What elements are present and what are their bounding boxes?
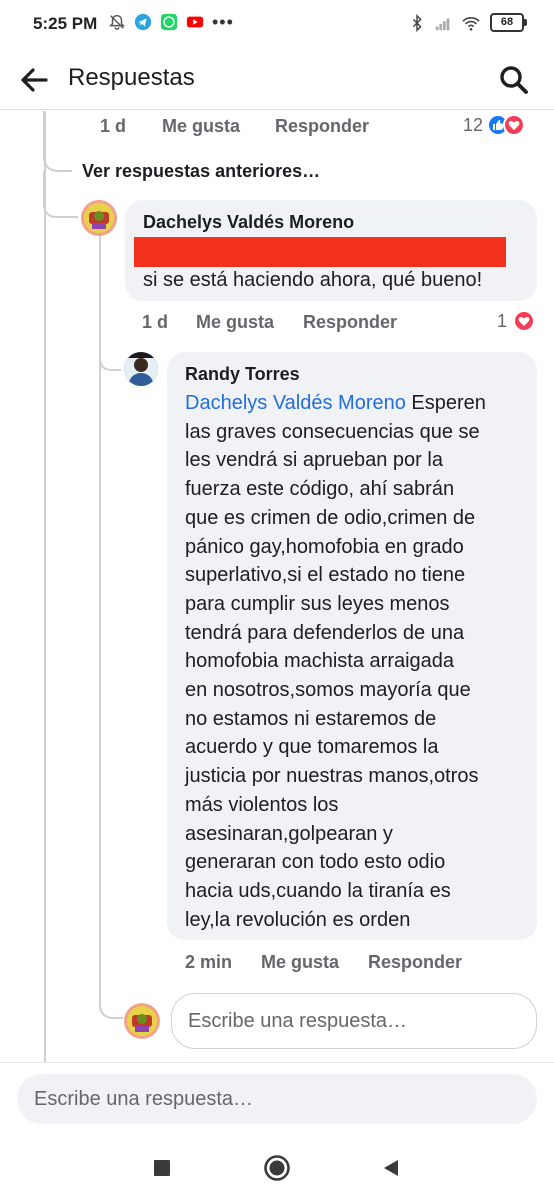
comment-text: si se está haciendo ahora, qué bueno! [143,269,483,291]
redacted-text [134,237,506,267]
comment-input-placeholder: Escribe una respuesta… [34,1087,254,1110]
comment-text: Dachelys Valdés Moreno Esperen las grave… [185,389,535,934]
bluetooth-icon [412,13,422,32]
like-link[interactable]: Me gusta [196,312,274,333]
search-icon [500,66,528,94]
comment-actions: 2 min Me gusta Responder [185,952,492,973]
comment-reactions[interactable]: 1 [497,310,536,332]
reaction-count: 12 [463,114,484,135]
profile-picture [124,1003,160,1039]
comment-line: más violentos los [185,793,339,816]
bottom-composer: Escribe una respuesta… [0,1062,554,1134]
reaction-count: 1 [497,310,508,331]
home-button[interactable] [262,1153,292,1183]
mention-link[interactable]: Dachelys Valdés Moreno [185,392,406,414]
thread-line-connector [43,111,78,218]
parent-reactions[interactable]: 12 [463,114,526,136]
comment-line-text: Esperen [405,392,486,414]
comment-line: en nosotros,somos mayoría que [185,679,471,702]
comment-line: las graves consecuencias que se [185,420,480,443]
comment-line: les vendrá si aprueban por la [185,449,443,472]
comment-time: 2 min [185,952,233,972]
comment-line: justicia por nuestras manos,otros [185,765,479,788]
avatar[interactable] [81,200,117,236]
system-nav-bar [0,1134,554,1200]
reply-input-placeholder: Escribe una respuesta… [188,1009,408,1032]
comment-line: ley,la revolución es orden [185,908,411,931]
reply-link[interactable]: Responder [275,116,369,137]
reply-link[interactable]: Responder [368,952,462,973]
home-icon [264,1155,290,1181]
comment-input[interactable]: Escribe una respuesta… [17,1074,537,1124]
comment-time: 1 d [100,116,127,136]
page-title: Respuestas [68,64,195,91]
app-header: Respuestas [0,50,554,110]
signal-icon [435,18,450,30]
comment-line: generaran con todo esto odio [185,851,446,874]
avatar[interactable] [124,1003,160,1039]
comment-line: que es crimen de odio,crimen de [185,506,476,529]
comment-line: pánico gay,homofobia en grado [185,535,464,558]
comment-line: acuerdo y que tomaremos la [185,736,439,759]
reply-link[interactable]: Responder [303,312,397,333]
notification-icons: ••• [108,13,234,31]
search-button[interactable] [494,60,534,100]
comment-bubble[interactable]: Randy Torres Dachelys Valdés Moreno Espe… [167,352,537,940]
back-triangle-icon [384,1160,398,1176]
comment-author[interactable]: Randy Torres [185,364,300,385]
back-button[interactable] [14,60,54,100]
bell-off-icon [108,14,126,30]
comment-line: para cumplir sus leyes menos [185,592,450,615]
comment-line: fuerza este código, ahí sabrán [185,478,455,501]
comment-line: tendrá para defenderlos de una [185,621,465,644]
recents-icon [154,1160,170,1176]
recents-button[interactable] [147,1153,177,1183]
parent-comment-actions: 1 d Me gusta Responder [100,116,399,137]
whatsapp-icon [160,13,178,31]
comment-author[interactable]: Dachelys Valdés Moreno [143,212,354,233]
comment-actions: 1 d Me gusta Responder [142,312,427,333]
comment-line: Dachelys Valdés Moreno Esperen [185,389,535,418]
comment-line: superlativo,si el estado no tiene [185,564,466,587]
profile-picture [124,352,158,386]
status-time: 5:25 PM [33,14,98,33]
thread-inner-curve [99,236,123,1019]
more-notifications-icon: ••• [212,12,234,32]
profile-picture [81,200,117,236]
like-link[interactable]: Me gusta [162,116,240,137]
comment-line: hacia uds,cuando la tiranía es [185,879,451,902]
reply-input[interactable]: Escribe una respuesta… [171,993,537,1049]
status-bar: 5:25 PM ••• 68 [0,0,554,50]
comment-time: 1 d [142,312,169,332]
back-arrow-icon [21,68,48,92]
avatar[interactable] [124,352,158,386]
system-back-button[interactable] [376,1153,406,1183]
system-icons: 68 [408,13,527,32]
wifi-icon [462,16,480,31]
battery-indicator: 68 [490,13,527,32]
youtube-icon [186,16,204,28]
comment-line: homofobia machista arraigada [185,650,455,673]
thread-line-inner [99,236,123,1024]
comment-bubble[interactable]: Dachelys Valdés Moreno si se está hacien… [125,200,537,301]
love-reaction-icon [503,114,526,136]
love-reaction-icon [513,310,536,332]
comment-line: no estamos ni estaremos de [185,707,437,730]
view-previous-replies-link[interactable]: Ver respuestas anteriores… [82,161,320,182]
like-link[interactable]: Me gusta [261,952,339,973]
thread-line-outer [44,111,46,1062]
comment-line: asesinaran,golpearan y [185,822,393,845]
telegram-icon [134,13,152,31]
thread-connector-curve [43,111,78,218]
